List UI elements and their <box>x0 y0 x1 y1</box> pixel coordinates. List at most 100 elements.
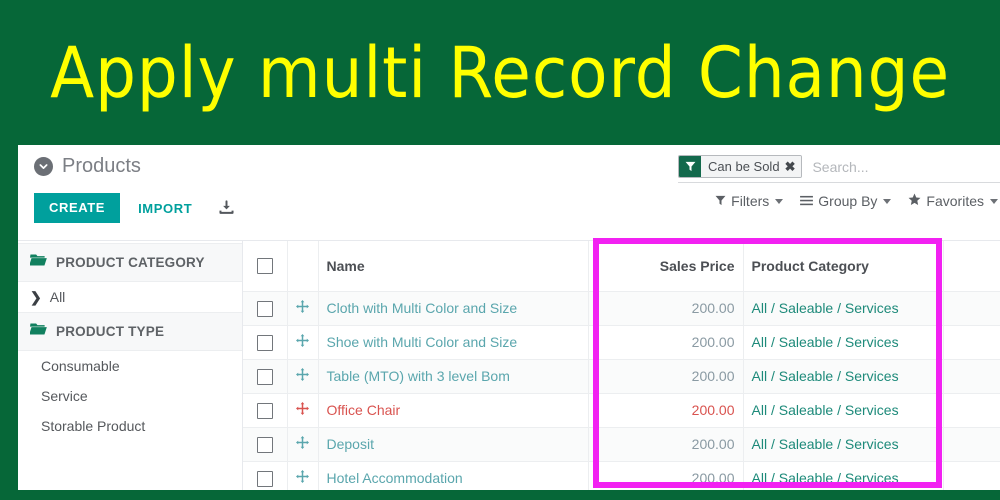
row-checkbox[interactable] <box>256 300 273 317</box>
cell-name[interactable]: Cloth with Multi Color and Size <box>318 291 589 326</box>
group-by-label: Group By <box>818 193 878 209</box>
sidebar-section-product-category: PRODUCT CATEGORY <box>18 243 242 282</box>
drag-handle-icon[interactable] <box>296 436 309 449</box>
cell-product-category[interactable]: All / Saleable / Services <box>743 359 944 394</box>
table-row[interactable]: Office Chair 200.00 All / Saleable / Ser… <box>243 393 1000 428</box>
star-icon <box>908 193 921 209</box>
close-icon[interactable]: ✖ <box>785 160 796 173</box>
row-select-cell[interactable] <box>243 325 288 360</box>
chevron-right-icon[interactable]: ❯ <box>30 290 42 304</box>
row-select-cell[interactable] <box>243 461 288 490</box>
handle-header <box>287 241 319 292</box>
cell-sales-price[interactable]: 200.00 <box>588 393 744 428</box>
select-all-checkbox[interactable] <box>256 258 273 275</box>
sidebar-item-storable-product[interactable]: Storable Product <box>18 411 242 441</box>
import-button[interactable]: IMPORT <box>138 202 192 215</box>
drag-handle-icon[interactable] <box>296 300 309 313</box>
chevron-down-circle-icon[interactable] <box>34 157 53 176</box>
page-title: Products <box>62 155 141 177</box>
row-checkbox[interactable] <box>256 368 273 385</box>
table-row[interactable]: Table (MTO) with 3 level Bom 200.00 All … <box>243 359 1000 394</box>
chevron-down-icon <box>883 198 892 204</box>
row-handle-cell[interactable] <box>287 359 319 394</box>
cell-name[interactable]: Office Chair <box>318 393 589 428</box>
banner: Apply multi Record Change <box>0 0 1000 145</box>
row-handle-cell[interactable] <box>287 325 319 360</box>
sidebar-item-service[interactable]: Service <box>18 381 242 411</box>
create-button[interactable]: CREATE <box>34 193 121 223</box>
control-panel-buttons: CREATE IMPORT <box>34 193 235 223</box>
table-row[interactable]: Deposit 200.00 All / Saleable / Services <box>243 427 1000 462</box>
cell-extra <box>943 359 1000 394</box>
cell-sales-price[interactable]: 200.00 <box>588 427 744 462</box>
row-handle-cell[interactable] <box>287 461 319 490</box>
cell-product-category[interactable]: All / Saleable / Services <box>743 291 944 326</box>
cell-product-category[interactable]: All / Saleable / Services <box>743 325 944 360</box>
sidebar-item-label: Storable Product <box>41 418 146 434</box>
group-by-lines-icon <box>800 193 814 209</box>
favorites-menu[interactable]: Favorites <box>908 193 998 209</box>
folder-open-icon <box>29 253 47 272</box>
table-row[interactable]: Shoe with Multi Color and Size 200.00 Al… <box>243 325 1000 360</box>
column-header-name[interactable]: Name <box>318 241 589 292</box>
breadcrumb[interactable]: Products <box>34 155 141 178</box>
row-checkbox[interactable] <box>256 334 273 351</box>
drag-handle-icon[interactable] <box>296 334 309 347</box>
cell-sales-price[interactable]: 200.00 <box>588 291 744 326</box>
row-checkbox[interactable] <box>256 470 273 487</box>
cell-product-category[interactable]: All / Saleable / Services <box>743 393 944 428</box>
column-header-sales-price[interactable]: Sales Price <box>588 241 744 292</box>
chevron-down-icon <box>775 198 784 204</box>
cell-name[interactable]: Hotel Accommodation <box>318 461 589 490</box>
cell-name[interactable]: Deposit <box>318 427 589 462</box>
row-select-cell[interactable] <box>243 427 288 462</box>
favorites-label: Favorites <box>926 193 984 209</box>
row-select-cell[interactable] <box>243 359 288 394</box>
row-handle-cell[interactable] <box>287 393 319 428</box>
content-area: PRODUCT CATEGORY ❯ All PRODUCT TYPE Cons… <box>18 241 1000 490</box>
column-header-extra <box>943 241 1000 292</box>
row-handle-cell[interactable] <box>287 291 319 326</box>
chevron-down-icon <box>990 198 998 204</box>
odoo-app-window: Products CREATE IMPORT Can be Sold ✖ Sea… <box>18 145 1000 490</box>
sidebar-item-consumable[interactable]: Consumable <box>18 351 242 381</box>
sidebar-item-all[interactable]: ❯ All <box>18 282 242 312</box>
column-header-product-category[interactable]: Product Category <box>743 241 944 292</box>
cell-extra <box>943 325 1000 360</box>
search-view[interactable]: Can be Sold ✖ <box>678 155 1000 183</box>
table-body: Cloth with Multi Color and Size 200.00 A… <box>243 291 1000 490</box>
filters-label: Filters <box>731 193 770 209</box>
filters-menu[interactable]: Filters <box>715 193 784 209</box>
drag-handle-icon[interactable] <box>296 470 309 483</box>
download-icon[interactable] <box>218 199 235 217</box>
cell-name[interactable]: Table (MTO) with 3 level Bom <box>318 359 589 394</box>
drag-handle-icon[interactable] <box>296 368 309 381</box>
sidebar: PRODUCT CATEGORY ❯ All PRODUCT TYPE Cons… <box>18 241 243 490</box>
cell-extra <box>943 461 1000 490</box>
row-checkbox[interactable] <box>256 436 273 453</box>
table-header-row: Name Sales Price Product Category <box>243 241 1000 292</box>
control-panel: Products CREATE IMPORT Can be Sold ✖ Sea… <box>18 145 1000 241</box>
search-facet-can-be-sold[interactable]: Can be Sold ✖ <box>678 155 803 178</box>
cell-name[interactable]: Shoe with Multi Color and Size <box>318 325 589 360</box>
cell-sales-price[interactable]: 200.00 <box>588 359 744 394</box>
cell-product-category[interactable]: All / Saleable / Services <box>743 461 944 490</box>
table-row[interactable]: Cloth with Multi Color and Size 200.00 A… <box>243 291 1000 326</box>
table-row[interactable]: Hotel Accommodation 200.00 All / Saleabl… <box>243 461 1000 490</box>
row-checkbox[interactable] <box>256 402 273 419</box>
row-select-cell[interactable] <box>243 393 288 428</box>
sidebar-section-label: PRODUCT TYPE <box>56 324 165 339</box>
cell-product-category[interactable]: All / Saleable / Services <box>743 427 944 462</box>
row-select-cell[interactable] <box>243 291 288 326</box>
group-by-menu[interactable]: Group By <box>800 193 892 209</box>
search-input[interactable] <box>810 157 995 176</box>
cell-extra <box>943 427 1000 462</box>
cell-sales-price[interactable]: 200.00 <box>588 461 744 490</box>
row-handle-cell[interactable] <box>287 427 319 462</box>
cell-extra <box>943 393 1000 428</box>
select-all-header[interactable] <box>243 241 288 292</box>
drag-handle-icon[interactable] <box>296 402 309 415</box>
product-list-table: Name Sales Price Product Category Cloth … <box>243 241 1000 490</box>
product-list-container: Name Sales Price Product Category Cloth … <box>243 241 1000 490</box>
cell-sales-price[interactable]: 200.00 <box>588 325 744 360</box>
